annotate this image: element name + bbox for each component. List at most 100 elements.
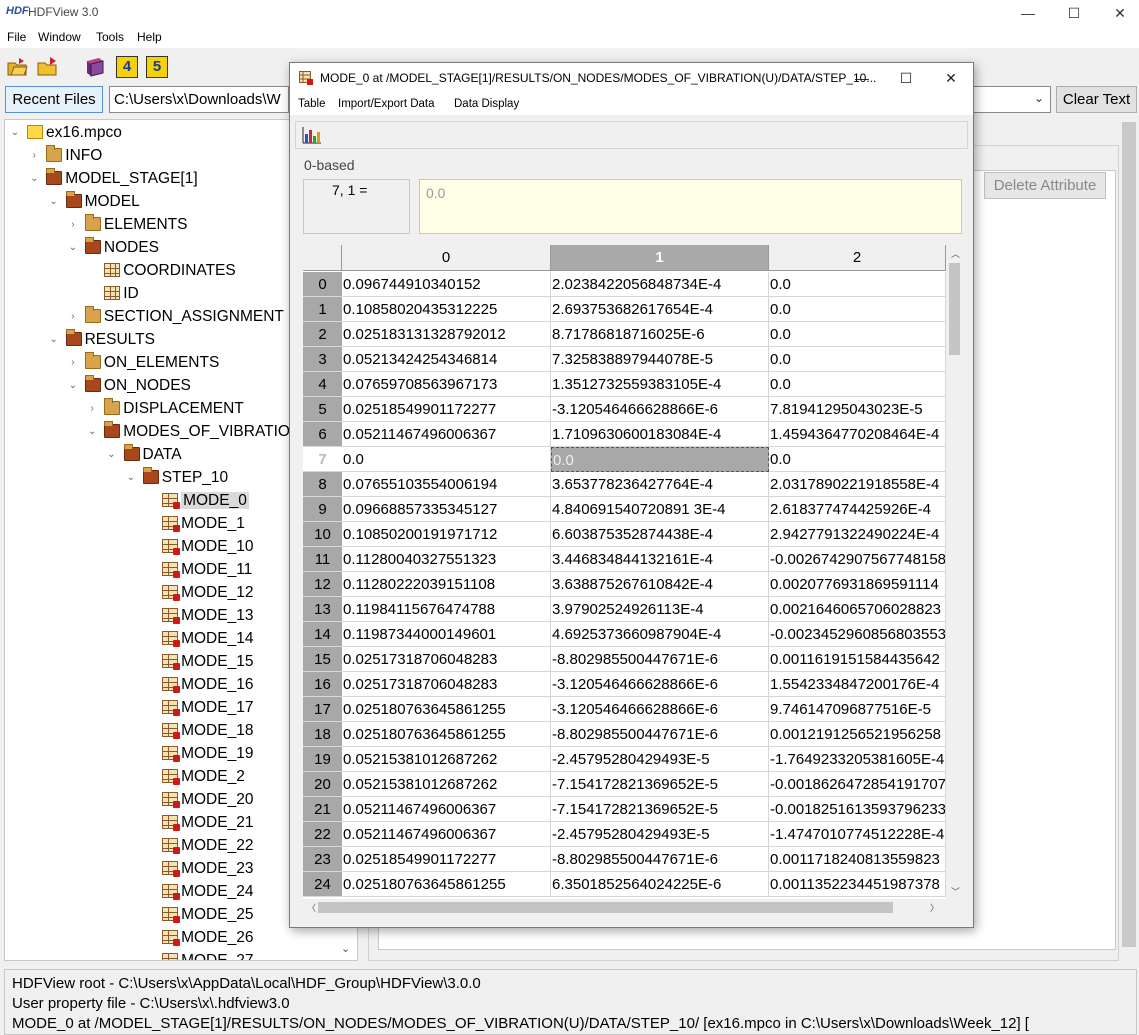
table-cell[interactable]: 7.325838897944078E-5 [551,347,769,372]
table-cell[interactable]: 0.02518549901172277 [342,847,551,872]
right-scrollbar-thumb[interactable] [1122,122,1136,947]
tree-item[interactable]: ⌄ ex16.mpco [9,121,122,144]
tree-item[interactable]: MODE_23 [144,857,253,880]
table-cell[interactable]: 9.746147096877516E-5 [769,697,946,722]
tree-item[interactable]: › ELEMENTS [67,213,187,236]
menu-window[interactable]: Window [38,30,81,44]
tree-item[interactable]: MODE_26 [144,926,253,949]
table-cell[interactable]: 0.0 [769,322,946,347]
delete-attribute-button[interactable]: Delete Attribute [984,172,1106,199]
table-row[interactable]: 6 0.05211467496006367 1.7109630600183084E-… [303,422,946,447]
table-row[interactable]: 11 0.11280040327551323 3.446834844132161E-… [303,547,946,572]
table-cell[interactable]: 0.0 [769,447,946,472]
data-table[interactable]: 0 1 2 0 0.096744910340152 2.02384220568487… [303,245,946,899]
tree-item[interactable]: COORDINATES [86,259,236,282]
row-header[interactable]: 13 [303,597,342,622]
table-cell[interactable]: 2.0238422056848734E-4 [551,272,769,297]
table-cell[interactable]: 4.6925373660987904E-4 [551,622,769,647]
table-row[interactable]: 16 0.02517318706048283 -3.120546466628866E… [303,672,946,697]
tree-item[interactable]: ⌄ MODES_OF_VIBRATIO [86,420,290,443]
table-cell[interactable]: 0.025183131328792012 [342,322,551,347]
expand-chevron-icon[interactable]: › [67,213,79,236]
tree-item[interactable]: MODE_25 [144,903,253,926]
row-header[interactable]: 14 [303,622,342,647]
tree-item[interactable]: MODE_27 [144,949,253,960]
tree-item[interactable]: MODE_1 [144,512,245,535]
table-row[interactable]: 3 0.05213424254346814 7.325838897944078E-5… [303,347,946,372]
table-cell[interactable]: 0.07659708563967173 [342,372,551,397]
menu-file[interactable]: File [7,30,26,44]
table-cell[interactable]: 0.10858020435312225 [342,297,551,322]
tree-item[interactable]: MODE_13 [144,604,253,627]
table-cell[interactable]: -0.0023452960856803553 [769,622,946,647]
table-cell[interactable]: 0.096744910340152 [342,272,551,297]
row-header[interactable]: 18 [303,722,342,747]
row-header[interactable]: 20 [303,772,342,797]
open-folder-icon[interactable] [36,56,58,78]
tree-item[interactable]: MODE_19 [144,742,253,765]
table-cell[interactable]: 0.025180763645861255 [342,872,551,897]
table-cell[interactable]: 0.02517318706048283 [342,672,551,697]
close-button[interactable]: ✕ [1100,2,1139,24]
row-header[interactable]: 2 [303,322,342,347]
row-header[interactable]: 12 [303,572,342,597]
hdf5-icon[interactable]: 5 [146,56,168,78]
table-cell[interactable]: 2.0317890221918558E-4 [769,472,946,497]
table-cell[interactable]: -3.120546466628866E-6 [551,397,769,422]
table-cell[interactable]: 0.11280040327551323 [342,547,551,572]
row-header[interactable]: 4 [303,372,342,397]
user-guide-icon[interactable] [84,56,106,78]
table-row[interactable]: 1 0.10858020435312225 2.693753682617654E-4… [303,297,946,322]
tree-item[interactable]: ⌄ MODEL [48,190,140,213]
table-cell[interactable]: 0.0020776931869591114 [769,572,946,597]
table-cell[interactable]: 3.638875267610842E-4 [551,572,769,597]
table-cell[interactable]: -2.45795280429493E-5 [551,822,769,847]
table-row[interactable]: 7 0.0 0.0 0.0 [303,447,946,472]
table-horizontal-scrollbar-thumb[interactable] [318,902,893,913]
table-row[interactable]: 0 0.096744910340152 2.0238422056848734E-4 0… [303,272,946,297]
table-cell[interactable]: 0.07655103554006194 [342,472,551,497]
table-cell[interactable]: 0.11984115676474788 [342,597,551,622]
table-row[interactable]: 23 0.02518549901172277 -8.802985500447671E… [303,847,946,872]
table-cell[interactable]: 0.05215381012687262 [342,747,551,772]
dataset-minimize-button[interactable]: — [842,67,882,89]
table-row[interactable]: 9 0.09668857335345127 4.840691540720891 3E… [303,497,946,522]
file-path-dropdown[interactable]: ⌄ [973,86,1051,113]
chart-icon[interactable] [302,126,322,144]
table-cell[interactable]: -0.0018626472854191707 [769,772,946,797]
expand-chevron-icon[interactable]: › [86,397,98,420]
table-cell[interactable]: 0.025180763645861255 [342,697,551,722]
scroll-down-icon[interactable]: ﹀ [951,885,960,898]
tree-item[interactable]: ⌄ NODES [67,236,159,259]
table-row[interactable]: 8 0.07655103554006194 3.653778236427764E-4… [303,472,946,497]
tree-item[interactable]: MODE_24 [144,880,253,903]
table-cell[interactable]: 0.02517318706048283 [342,647,551,672]
tree-item[interactable]: MODE_12 [144,581,253,604]
table-cell[interactable]: 2.9427791322490224E-4 [769,522,946,547]
row-header[interactable]: 24 [303,872,342,897]
menu-import-export-data[interactable]: Import/Export Data [338,98,435,110]
table-cell[interactable]: 0.10850200191971712 [342,522,551,547]
row-header[interactable]: 19 [303,747,342,772]
tree-item[interactable]: MODE_15 [144,650,253,673]
scroll-right-icon[interactable]: 〉 [930,901,939,914]
tree-item[interactable]: MODE_20 [144,788,253,811]
tree-item[interactable]: MODE_14 [144,627,253,650]
table-cell[interactable]: 0.05211467496006367 [342,822,551,847]
tree-item[interactable]: ⌄ STEP_10 [125,466,228,489]
table-row[interactable]: 18 0.025180763645861255 -8.802985500447671… [303,722,946,747]
table-cell[interactable]: 3.446834844132161E-4 [551,547,769,572]
table-cell[interactable]: 1.7109630600183084E-4 [551,422,769,447]
table-cell[interactable]: 0.05211467496006367 [342,422,551,447]
table-cell[interactable]: 8.71786818716025E-6 [551,322,769,347]
row-header[interactable]: 22 [303,822,342,847]
table-cell[interactable]: -1.7649233205381605E-4 [769,747,946,772]
table-row[interactable]: 20 0.05215381012687262 -7.154172821369652E… [303,772,946,797]
tree-item[interactable]: MODE_22 [144,834,253,857]
scroll-left-icon[interactable]: 〈 [307,901,316,914]
tree-item[interactable]: MODE_0 [144,489,249,512]
table-cell[interactable]: 0.025180763645861255 [342,722,551,747]
cell-value-field[interactable]: 0.0 [419,179,962,234]
row-header[interactable]: 10 [303,522,342,547]
table-cell[interactable]: 0.0 [769,297,946,322]
